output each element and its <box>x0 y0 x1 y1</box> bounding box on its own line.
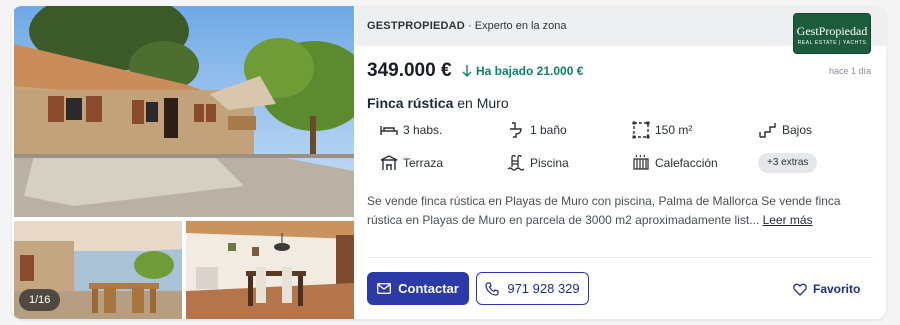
feature-label: Piscina <box>530 156 569 170</box>
heating-icon <box>633 154 649 170</box>
feature-label: Bajos <box>782 123 813 137</box>
read-more-link[interactable]: Leer más <box>763 213 813 227</box>
photo-gallery[interactable]: 1/16 <box>12 6 355 319</box>
logo-name: GestPropiedad <box>796 24 868 38</box>
feature-heating: Calefacción <box>631 152 718 174</box>
phone-button[interactable]: 971 928 329 <box>476 272 589 305</box>
agency-tagline: Experto en la zona <box>474 20 567 32</box>
feature-label: 1 baño <box>530 123 567 137</box>
extras-badge[interactable]: +3 extras <box>758 153 818 173</box>
favorite-label: Favorito <box>813 282 861 296</box>
feature-floor: Bajos <box>758 119 812 141</box>
feature-area: 150 m² <box>631 119 692 141</box>
living-room-photo[interactable] <box>186 221 354 319</box>
area-icon <box>632 121 650 139</box>
logo-subtitle: REAL ESTATE | YACHTS <box>797 40 867 46</box>
price-drop: Ha bajado 21.000 € <box>462 64 583 78</box>
agency-name[interactable]: GESTPROPIEDAD <box>367 20 465 32</box>
price-row: 349.000 € Ha bajado 21.000 € <box>367 60 583 84</box>
pool-icon <box>507 154 525 171</box>
terrace-icon <box>380 155 398 170</box>
listing-title[interactable]: Finca rústica en Muro <box>367 95 509 111</box>
feature-label: 3 habs. <box>403 123 443 137</box>
posted-time: hace 1 día <box>828 66 871 76</box>
agency-logo[interactable]: GestPropiedad REAL ESTATE | YACHTS <box>793 13 871 54</box>
phone-icon <box>485 281 499 296</box>
photo-counter: 1/16 <box>19 289 61 311</box>
feature-label: Terraza <box>403 156 444 170</box>
toilet-icon <box>510 122 522 138</box>
description: Se vende finca rústica en Playas de Muro… <box>367 192 867 230</box>
price-drop-label: Ha bajado 21.000 € <box>475 63 584 78</box>
bed-icon <box>380 126 398 135</box>
contact-label: Contactar <box>398 281 459 296</box>
divider <box>367 257 873 258</box>
stairs-icon <box>759 123 776 138</box>
feature-bedrooms: 3 habs. <box>379 119 442 141</box>
feature-pool: Piscina <box>506 152 569 174</box>
favorite-button[interactable]: Favorito <box>793 278 860 300</box>
main-photo[interactable] <box>14 6 354 217</box>
listing-card[interactable]: 1/16 GESTPROPIEDAD · Experto en la zona … <box>12 6 886 319</box>
contact-button[interactable]: Contactar <box>367 272 469 305</box>
mail-icon <box>377 283 392 294</box>
feature-terrace: Terraza <box>379 152 443 174</box>
property-type: Finca rústica <box>367 95 454 111</box>
phone-number: 971 928 329 <box>507 281 580 296</box>
price: 349.000 € <box>367 60 452 81</box>
feature-bathrooms: 1 baño <box>506 119 567 141</box>
property-location: en Muro <box>457 95 509 111</box>
header-separator: · <box>468 20 472 32</box>
listing-info: GESTPROPIEDAD · Experto en la zona GestP… <box>355 6 886 319</box>
feature-label: Calefacción <box>655 156 718 170</box>
heart-icon <box>793 283 807 296</box>
arrow-down-icon <box>462 65 472 78</box>
feature-label: 150 m² <box>655 123 693 137</box>
